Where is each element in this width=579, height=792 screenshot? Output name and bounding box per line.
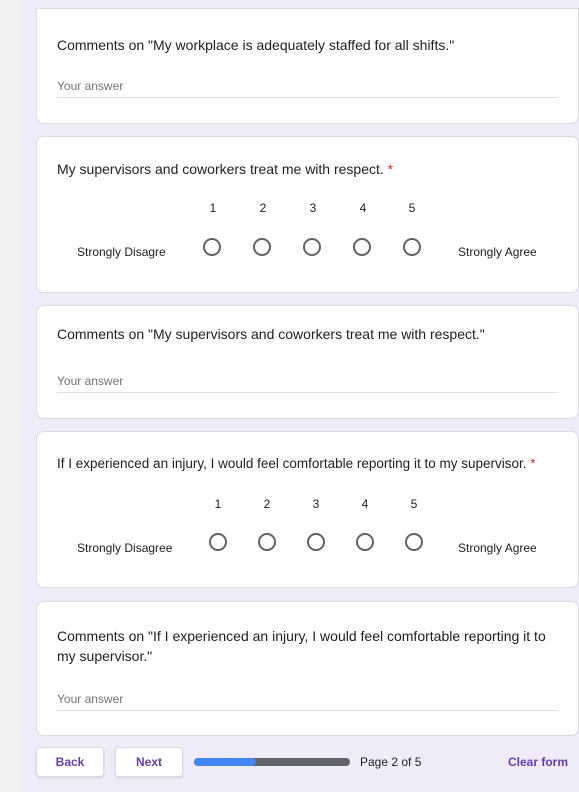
scale-number-3: 3 <box>312 497 320 511</box>
next-button[interactable]: Next <box>115 747 183 777</box>
radio-option-2[interactable] <box>258 533 276 551</box>
scale-high-label: Strongly Agree <box>458 245 537 259</box>
radio-option-2[interactable] <box>253 238 271 256</box>
question-text: Comments on "If I experienced an injury,… <box>57 628 546 664</box>
radio-option-1[interactable] <box>209 533 227 551</box>
scale-low-label: Strongly Disagree <box>77 541 173 555</box>
progress-fill <box>194 758 257 766</box>
scale-number-4: 4 <box>361 497 369 511</box>
comment-card-injury: Comments on "If I experienced an injury,… <box>36 601 579 736</box>
scale-number-4: 4 <box>359 201 367 215</box>
scale-card-injury: If I experienced an injury, I would feel… <box>36 431 579 588</box>
scale-number-2: 2 <box>263 497 271 511</box>
radio-option-5[interactable] <box>403 238 421 256</box>
scale-number-5: 5 <box>410 497 418 511</box>
radio-option-4[interactable] <box>356 533 374 551</box>
back-button[interactable]: Back <box>36 747 104 777</box>
radio-option-3[interactable] <box>307 533 325 551</box>
question-text: Comments on "My workplace is adequately … <box>57 37 455 53</box>
radio-option-5[interactable] <box>405 533 423 551</box>
scale-low-label: Strongly Disagre <box>77 245 166 259</box>
question-label: My supervisors and coworkers treat me wi… <box>57 161 384 177</box>
answer-input[interactable]: Your answer <box>57 79 558 98</box>
question-text: My supervisors and coworkers treat me wi… <box>57 159 393 179</box>
scale-number-3: 3 <box>309 201 317 215</box>
question-text: Comments on "My supervisors and coworker… <box>57 326 485 342</box>
radio-option-4[interactable] <box>353 238 371 256</box>
scale-number-5: 5 <box>408 201 416 215</box>
required-asterisk: * <box>387 161 394 177</box>
comment-card-staffing: Comments on "My workplace is adequately … <box>36 8 579 124</box>
required-asterisk: * <box>530 456 536 471</box>
page-indicator: Page 2 of 5 <box>360 755 422 769</box>
left-margin <box>0 0 20 792</box>
scale-number-1: 1 <box>214 497 222 511</box>
scale-card-respect: My supervisors and coworkers treat me wi… <box>36 136 579 293</box>
answer-input[interactable]: Your answer <box>57 692 558 711</box>
answer-input[interactable]: Your answer <box>57 374 558 393</box>
question-text: If I experienced an injury, I would feel… <box>57 454 536 474</box>
radio-option-1[interactable] <box>203 238 221 256</box>
comment-card-respect: Comments on "My supervisors and coworker… <box>36 305 579 419</box>
scale-number-1: 1 <box>209 201 217 215</box>
radio-option-3[interactable] <box>303 238 321 256</box>
scale-high-label: Strongly Agree <box>458 541 537 555</box>
scale-number-2: 2 <box>259 201 267 215</box>
clear-form-button[interactable]: Clear form <box>508 755 568 769</box>
progress-bar <box>194 758 350 766</box>
question-label: If I experienced an injury, I would feel… <box>57 456 527 471</box>
